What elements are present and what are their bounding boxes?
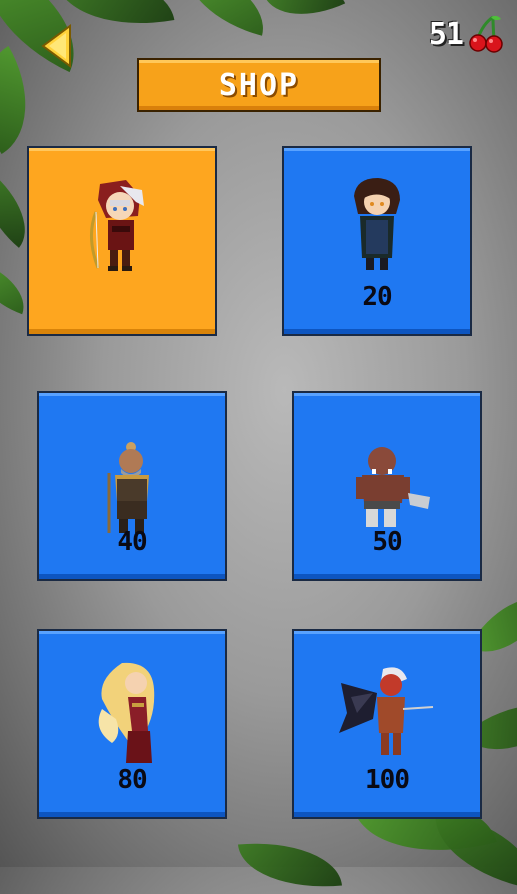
leaf-decoration: [175, 0, 275, 36]
character-card-winged-demon[interactable]: 100: [292, 629, 482, 819]
page-title: SHOP: [218, 67, 300, 103]
leaf-decoration: [264, 0, 346, 33]
blonde-lady-sprite: [98, 662, 155, 763]
character-card-orc-butcher[interactable]: 50: [292, 391, 482, 581]
back-arrow-icon: [41, 24, 71, 68]
character-card-bald-elder[interactable]: 40: [37, 391, 227, 581]
shop-title-banner: SHOP: [137, 58, 381, 112]
cherry-icon: [469, 15, 503, 53]
price-label: 40: [117, 527, 147, 557]
dark-haired-rogue-sprite: [354, 178, 400, 270]
currency-display: 51: [429, 14, 503, 54]
leaf-decoration: [238, 835, 342, 894]
orc-butcher-sprite: [356, 447, 430, 527]
character-card-dark-haired-rogue[interactable]: 20: [282, 146, 472, 336]
character-card-hooded-archer[interactable]: [27, 146, 217, 336]
back-button[interactable]: [40, 24, 74, 68]
winged-demon-sprite: [339, 667, 434, 755]
price-label: 20: [362, 282, 392, 312]
price-label: 80: [117, 765, 147, 795]
currency-amount: 51: [428, 16, 464, 52]
hooded-archer-sprite: [90, 180, 144, 271]
bald-elder-sprite: [107, 442, 149, 533]
price-label: 50: [372, 527, 402, 557]
character-card-blonde-lady[interactable]: 80: [37, 629, 227, 819]
price-label: 100: [365, 765, 410, 795]
